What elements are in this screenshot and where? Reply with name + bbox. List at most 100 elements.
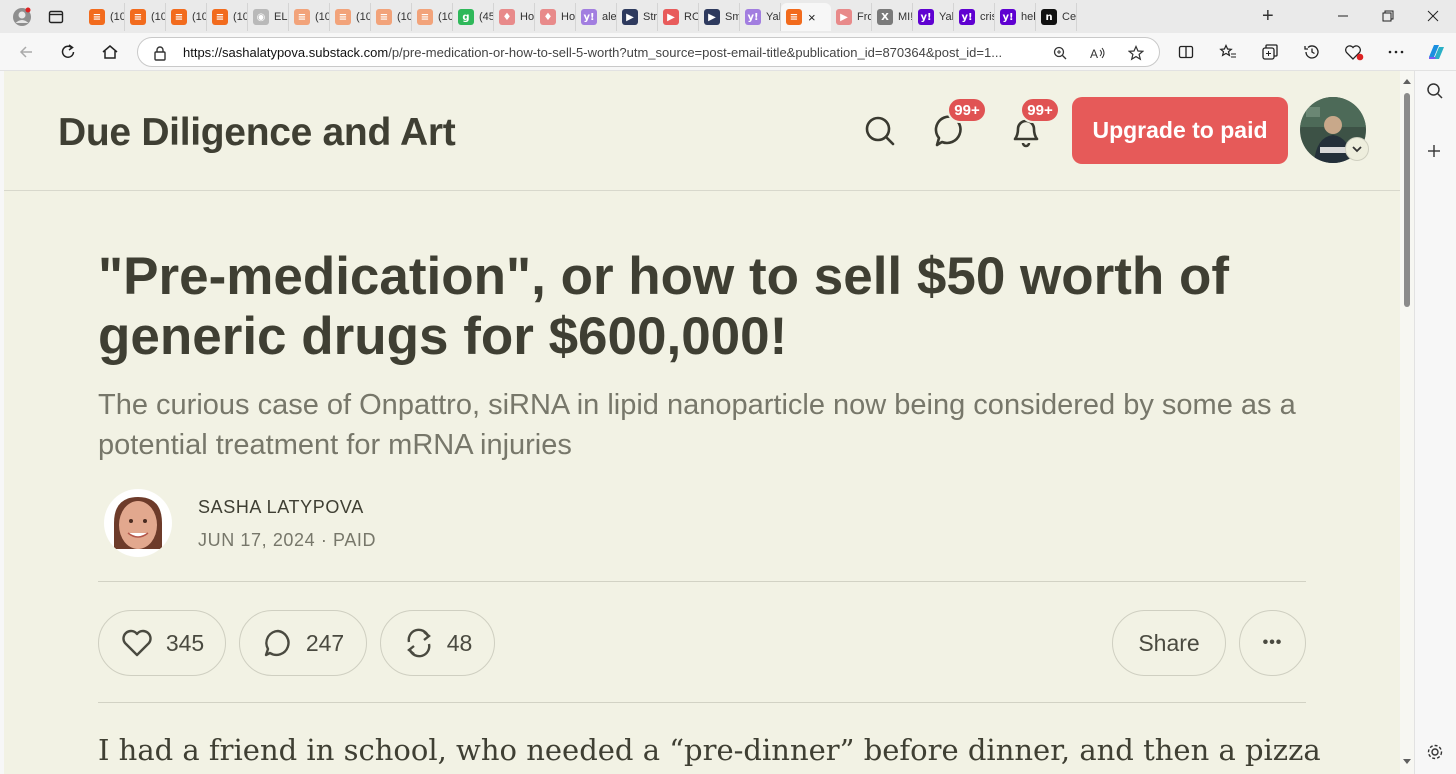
browser-tab[interactable]: ≡ (10 bbox=[289, 3, 330, 31]
author-avatar[interactable] bbox=[104, 489, 172, 557]
reload-icon[interactable] bbox=[54, 38, 82, 66]
tab-close-icon[interactable]: × bbox=[808, 10, 816, 25]
tab-title: Fro bbox=[857, 11, 871, 23]
browser-tab[interactable]: ≡ (10 bbox=[166, 3, 207, 31]
browser-tab[interactable]: ▶ Fro bbox=[831, 3, 872, 31]
browser-tab[interactable]: y! cris bbox=[954, 3, 995, 31]
browser-tab[interactable]: y! Yah bbox=[740, 3, 781, 31]
browser-tab[interactable]: ≡ (10 bbox=[330, 3, 371, 31]
upgrade-to-paid-button[interactable]: Upgrade to paid bbox=[1072, 97, 1288, 164]
browser-tab-strip: ≡ (10 ≡ (10 ≡ (10 ≡ (10 ◉ ELI ≡ (10 ≡ (10 ≡ (10 ≡ (10 g (45… bbox=[0, 0, 1456, 33]
more-options-button[interactable]: ••• bbox=[1239, 610, 1306, 676]
more-menu-icon[interactable] bbox=[1382, 38, 1410, 66]
browser-tab[interactable]: g (45 bbox=[453, 3, 494, 31]
collections-icon[interactable] bbox=[1256, 38, 1284, 66]
tab-title: (10 bbox=[356, 11, 370, 23]
like-button[interactable]: 345 bbox=[98, 610, 226, 676]
browser-tab[interactable]: y! Yah bbox=[913, 3, 954, 31]
post-subtitle: The curious case of Onpattro, siRNA in l… bbox=[98, 389, 1296, 461]
split-screen-icon[interactable] bbox=[1172, 38, 1200, 66]
post-body-paragraph: I had a friend in school, who needed a “… bbox=[98, 733, 1321, 767]
browser-tab[interactable]: n Cel bbox=[1036, 3, 1077, 31]
minimize-icon[interactable] bbox=[1321, 5, 1365, 27]
url-path: /p/pre-medication-or-how-to-sell-5-worth… bbox=[388, 45, 1003, 60]
browser-tab[interactable]: ♦ Ho bbox=[535, 3, 576, 31]
profile-icon[interactable] bbox=[8, 5, 36, 29]
arrow-icon: ▶ bbox=[622, 9, 638, 25]
tab-title: (10 bbox=[151, 11, 165, 23]
substack-icon: ≡ bbox=[89, 9, 105, 25]
back-icon[interactable] bbox=[12, 38, 40, 66]
publication-title[interactable]: Due Diligence and Art bbox=[58, 111, 456, 155]
tab-title: ale bbox=[602, 11, 616, 23]
browser-tab[interactable]: ≡ (10 bbox=[84, 3, 125, 31]
favorites-icon[interactable] bbox=[1214, 38, 1242, 66]
copilot-icon[interactable] bbox=[1422, 38, 1450, 66]
arrow-icon: ▶ bbox=[704, 9, 720, 25]
read-aloud-icon[interactable]: A bbox=[1088, 43, 1108, 63]
tab-actions-icon[interactable] bbox=[42, 5, 70, 29]
yahoo-icon: y! bbox=[918, 9, 934, 25]
chevron-down-icon[interactable] bbox=[1345, 137, 1369, 161]
g-icon: g bbox=[458, 9, 474, 25]
divider bbox=[98, 702, 1306, 703]
search-icon[interactable] bbox=[860, 111, 900, 151]
yahoo-icon: y! bbox=[745, 9, 761, 25]
tab-title: ELI bbox=[274, 11, 288, 23]
browser-tab[interactable]: ◉ ELI bbox=[248, 3, 289, 31]
browser-tab[interactable]: ≡ (10 bbox=[412, 3, 453, 31]
circle-n-icon: n bbox=[1041, 9, 1057, 25]
substack-icon: ≡ bbox=[376, 9, 392, 25]
tab-title: MI! bbox=[898, 11, 912, 23]
browser-toolbar: https://sashalatypova.substack.com/p/pre… bbox=[0, 33, 1456, 71]
tab-title: Ho bbox=[520, 11, 534, 23]
page-scrollbar[interactable] bbox=[1400, 71, 1414, 774]
browser-tab[interactable]: y! hel bbox=[995, 3, 1036, 31]
browser-tab[interactable]: ≡ × bbox=[781, 3, 831, 31]
comment-button[interactable]: 247 bbox=[239, 610, 367, 676]
share-button[interactable]: Share bbox=[1112, 610, 1226, 676]
tab-title: Yah bbox=[766, 11, 780, 23]
substack-icon: ≡ bbox=[417, 9, 433, 25]
tab-title: (10 bbox=[110, 11, 124, 23]
browser-tab[interactable]: ▶ RO bbox=[658, 3, 699, 31]
browser-tab[interactable]: ▶ Stra bbox=[617, 3, 658, 31]
browser-sidebar bbox=[1414, 71, 1456, 774]
sidebar-settings-icon[interactable] bbox=[1426, 743, 1444, 766]
youtube-icon: ▶ bbox=[836, 9, 852, 25]
favorite-star-icon[interactable] bbox=[1126, 43, 1146, 63]
browser-tab[interactable]: y! ale bbox=[576, 3, 617, 31]
browser-tab[interactable]: ≡ (10 bbox=[371, 3, 412, 31]
article-page: Due Diligence and Art 99+ 99+ Upgrade to… bbox=[4, 71, 1400, 774]
yahoo-icon: y! bbox=[959, 9, 975, 25]
history-icon[interactable] bbox=[1298, 38, 1326, 66]
author-name[interactable]: SASHA LATYPOVA bbox=[198, 497, 364, 518]
notification-badge: 99+ bbox=[1020, 97, 1060, 123]
home-icon[interactable] bbox=[96, 38, 124, 66]
lock-icon[interactable] bbox=[150, 43, 170, 63]
browser-essentials-icon[interactable] bbox=[1340, 38, 1368, 66]
svg-text:A: A bbox=[1090, 47, 1098, 61]
url-text[interactable]: https://sashalatypova.substack.com/p/pre… bbox=[183, 45, 1002, 60]
browser-tab[interactable]: X MI! bbox=[872, 3, 913, 31]
tab-title: (45 bbox=[479, 11, 493, 23]
heart-icon bbox=[122, 629, 152, 657]
post-title: "Pre-medication", or how to sell $50 wor… bbox=[98, 247, 1230, 366]
browser-tab[interactable]: ≡ (10 bbox=[125, 3, 166, 31]
sidebar-add-icon[interactable] bbox=[1426, 143, 1442, 164]
sidebar-search-icon[interactable] bbox=[1426, 82, 1444, 105]
zoom-icon[interactable] bbox=[1050, 43, 1070, 63]
close-window-icon[interactable] bbox=[1411, 5, 1455, 27]
substack-icon: ≡ bbox=[786, 9, 802, 25]
new-tab-button[interactable]: + bbox=[1262, 6, 1274, 26]
restack-button[interactable]: 48 bbox=[380, 610, 495, 676]
tab-title: (10 bbox=[192, 11, 206, 23]
browser-tab[interactable]: ♦ Ho bbox=[494, 3, 535, 31]
restore-icon[interactable] bbox=[1366, 5, 1410, 27]
tab-title: Stra bbox=[643, 11, 657, 23]
browser-tab[interactable]: ▶ Sm bbox=[699, 3, 740, 31]
substack-icon: ≡ bbox=[212, 9, 228, 25]
browser-tab[interactable]: ≡ (10 bbox=[207, 3, 248, 31]
address-bar[interactable]: https://sashalatypova.substack.com/p/pre… bbox=[137, 37, 1160, 67]
yahoo-icon: y! bbox=[1000, 9, 1016, 25]
